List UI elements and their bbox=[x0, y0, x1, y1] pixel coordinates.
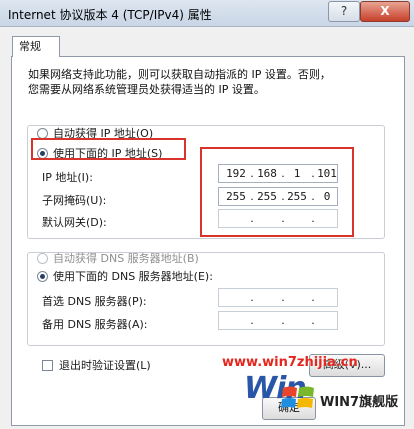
windows-logo-icon bbox=[281, 386, 314, 408]
manual-dns-option[interactable]: 使用下面的 DNS 服务器地址(E): bbox=[37, 268, 213, 284]
validate-on-exit-checkbox[interactable] bbox=[42, 359, 53, 371]
octet-separator: . bbox=[311, 291, 315, 304]
validate-on-exit-label: 退出时验证设置(L) bbox=[59, 359, 151, 372]
octet-separator: . bbox=[281, 314, 285, 327]
octet-separator: . bbox=[250, 291, 254, 304]
auto-ip-radio[interactable] bbox=[37, 127, 48, 139]
watermark-logo-text: WIN7旗舰版 bbox=[320, 395, 399, 410]
auto-dns-radio[interactable] bbox=[37, 252, 48, 264]
close-button[interactable]: X bbox=[360, 1, 410, 22]
auto-dns-option[interactable]: 自动获得 DNS 服务器地址(B) bbox=[37, 250, 199, 266]
highlight-manual-ip bbox=[31, 138, 186, 160]
watermark-url: www.win7zhijia.cn bbox=[222, 355, 358, 370]
preferred-dns-label: 首选 DNS 服务器(P): bbox=[42, 295, 147, 308]
description-line-2: 您需要从网络系统管理员处获得适当的 IP 设置。 bbox=[28, 83, 265, 96]
default-gateway-label: 默认网关(D): bbox=[42, 216, 107, 229]
alternate-dns-input[interactable]: . . . bbox=[218, 311, 338, 330]
validate-on-exit-option[interactable]: 退出时验证设置(L) bbox=[42, 357, 151, 373]
highlight-ip-fields bbox=[200, 147, 354, 237]
octet-separator: . bbox=[250, 314, 254, 327]
description-line-1: 如果网络支持此功能，则可以获取自动指派的 IP 设置。否则， bbox=[28, 68, 331, 81]
window-titlebar: Internet 协议版本 4 (TCP/IPv4) 属性 ? X bbox=[0, 0, 414, 27]
window-title: Internet 协议版本 4 (TCP/IPv4) 属性 bbox=[8, 8, 212, 22]
subnet-mask-label: 子网掩码(U): bbox=[42, 194, 107, 207]
alternate-dns-label: 备用 DNS 服务器(A): bbox=[42, 318, 148, 331]
octet-separator: . bbox=[281, 291, 285, 304]
description-text: 如果网络支持此功能，则可以获取自动指派的 IP 设置。否则， 您需要从网络系统管… bbox=[28, 67, 373, 97]
help-button[interactable]: ? bbox=[328, 1, 360, 22]
preferred-dns-input[interactable]: . . . bbox=[218, 288, 338, 307]
manual-dns-radio[interactable] bbox=[37, 270, 48, 282]
ip-address-label: IP 地址(I): bbox=[42, 171, 93, 184]
manual-dns-label: 使用下面的 DNS 服务器地址(E): bbox=[53, 270, 213, 283]
auto-dns-label: 自动获得 DNS 服务器地址(B) bbox=[53, 252, 199, 265]
octet-separator: . bbox=[311, 314, 315, 327]
tab-general[interactable]: 常规 bbox=[12, 36, 60, 57]
